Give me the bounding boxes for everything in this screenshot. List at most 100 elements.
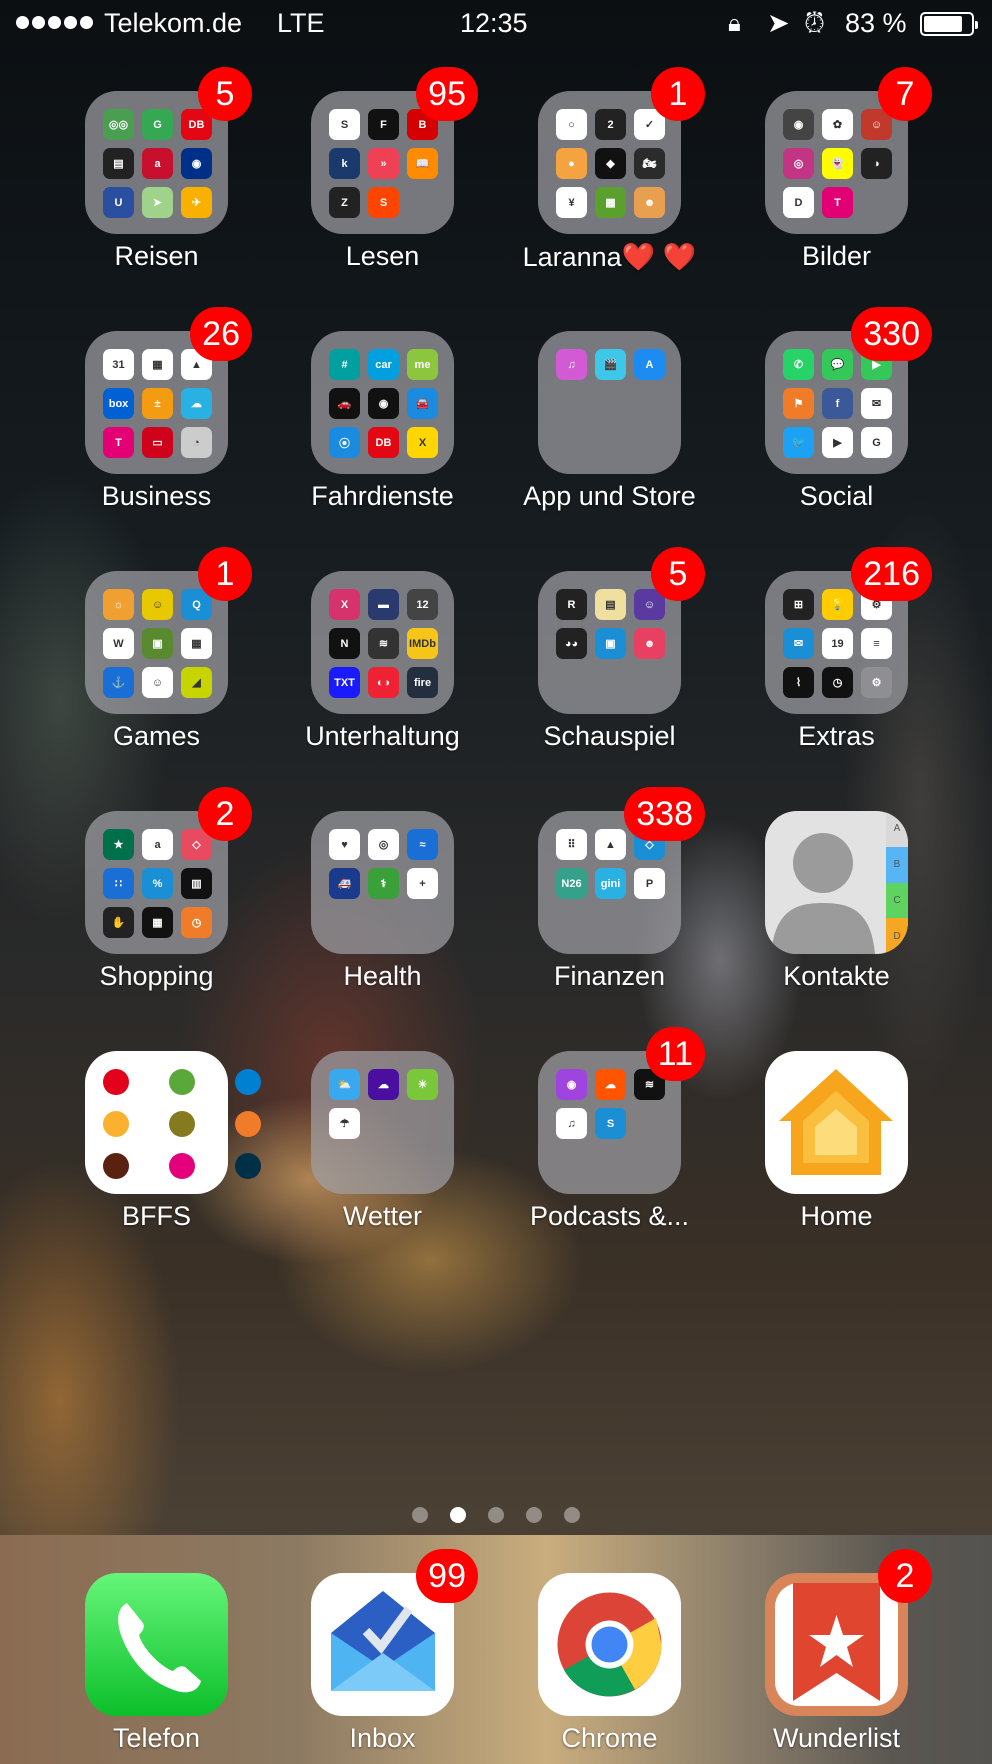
folder-podcasts[interactable]: ◉ ☁ ≋ ♫ S 11 Podcasts &... [530,1027,705,1231]
folder-icon[interactable]: X ▬ 12 N ≋ IMDb TXT ◐◑ fire [311,571,454,714]
folder-business[interactable]: 31 ▦ ▲ box ± ☁ T ▭ ◔ 26 Business [85,307,252,511]
youtube-icon: ▶ [822,427,853,458]
clock-icon: ◷ [822,667,853,698]
folder-bilder[interactable]: ◉ ✿ ☺ ◎ 👻 ◑ D T 7 Bilder [765,67,932,271]
contacts-icon[interactable]: ABCD [765,811,908,954]
home-icon[interactable] [765,1051,908,1194]
page-dot[interactable] [564,1507,580,1523]
color-dot [103,1069,129,1095]
folder-social[interactable]: ✆ 💬 ▶ ⚑ f ✉ 🐦 ▶ G 330 Social [765,307,932,511]
app-label: Laranna❤️ ❤️ [522,242,697,272]
app-label: Unterhaltung [305,721,460,751]
folder-icon[interactable]: # car me 🚗 ◉ 🚘 ⦿ DB X [311,331,454,474]
color-dot [103,1153,129,1179]
signal-strength-icon [16,16,93,29]
folder-laranna[interactable]: ○ 2 ✓ ● ◆ 🏍 ¥ ▦ ☻ 1 Laranna❤️ ❤️ [523,67,705,272]
app-2-icon: ▤ [595,589,626,620]
dock-app-wunderlist[interactable]: 2 Wunderlist [765,1549,932,1753]
clips-icon: 🎬 [595,349,626,380]
dock: Telefon 99 Inbox Chrome 2 Wunderlist [0,1535,992,1764]
notification-badge: 7 [878,67,932,121]
page-dot[interactable] [412,1507,428,1523]
folder-app-und-store[interactable]: ♫ 🎬 A App und Store [523,331,696,511]
app-4-icon: 🚑 [329,868,360,899]
phone-app-icon[interactable] [85,1573,228,1716]
app-kontakte[interactable]: A B C D Kontakte [765,811,908,991]
app-3-icon: 12 [407,589,438,620]
folder-preview-grid: ◉ ☁ ≋ ♫ S [556,1069,665,1139]
messages-icon: 💬 [822,349,853,380]
camera-icon: ◉ [783,109,814,140]
app-8-icon: T [822,187,853,218]
app-8-icon: ☺ [142,667,173,698]
folder-schauspiel[interactable]: R ▤ ☺ ◕◕ ▣ ☻ 5 Schauspiel [538,547,705,751]
page-indicator[interactable] [0,1507,992,1523]
app-label: Shopping [99,961,214,991]
app-1-icon: # [329,349,360,380]
app-7-icon: ⚓ [103,667,134,698]
app-6-icon: + [407,868,438,899]
app-8-icon: ▭ [142,427,173,458]
app-7-icon: ✋ [103,907,134,938]
itunes-store-icon: ♫ [556,349,587,380]
mobility-icon: me [407,349,438,380]
folder-preview-grid: ★ a ◇ ∷% ▥ ✋ ▦ ◷ [103,829,212,938]
folder-preview-grid: ○ 2 ✓ ● ◆ 🏍 ¥ ▦ ☻ [556,109,665,218]
folder-reisen[interactable]: ◎◎ G DB ▤ a ◉ U ➤ ✈ 5 Reisen [85,67,252,271]
page-dot[interactable] [450,1507,466,1523]
dock-app-telefon[interactable]: Telefon [85,1573,228,1753]
folder-preview-grid: ☼ ☺ Q W ▣ ▦ ⚓ ☺ ◢ [103,589,212,698]
dock-app-inbox[interactable]: 99 Inbox [311,1549,478,1753]
app-bffs[interactable]: BFFS [85,1051,261,1231]
wallet-icon: ▤ [103,148,134,179]
folder-icon[interactable]: ⛅ ☁ ☀ ☂ [311,1051,454,1194]
folder-finanzen[interactable]: ⠿ ▲ ◇ N26 gini P 338 Finanzen [538,787,705,991]
trello-icon: ▦ [142,349,173,380]
app-home[interactable]: Home [765,1051,908,1231]
index-tabs: ABCD [886,811,908,954]
cloud-icon: ☁ [181,388,212,419]
folder-lesen[interactable]: S F Bk» 📖 Z S 95 Lesen [311,67,478,271]
folder-unterhaltung[interactable]: X ▬ 12 N ≋ IMDb TXT ◐◑ fire Unterhaltung [305,571,460,751]
folder-preview-grid: # car me 🚗 ◉ 🚘 ⦿ DB X [329,349,438,458]
app-5-icon: % [142,868,173,899]
folder-icon[interactable]: ♥ ◎ ≈ 🚑 ⚕ + [311,811,454,954]
folder-games[interactable]: ☼ ☺ Q W ▣ ▦ ⚓ ☺ ◢ 1 Games [85,547,252,751]
app-label: Schauspiel [543,721,676,751]
page-dot[interactable] [488,1507,504,1523]
calculator-icon: ± [142,388,173,419]
notification-badge: 338 [624,787,705,841]
bffs-icon[interactable] [85,1051,261,1194]
whatsapp-icon: ✆ [783,349,814,380]
dock-app-chrome[interactable]: Chrome [538,1573,681,1753]
page-dot[interactable] [526,1507,542,1523]
txt-icon: TXT [329,667,360,698]
app-2-icon: ☺ [142,589,173,620]
mail-icon: ✉ [783,628,814,659]
folder-shopping[interactable]: ★ a ◇ ∷% ▥ ✋ ▦ ◷ 2 Shopping [85,787,252,991]
google-maps-icon: G [142,109,173,140]
location-arrow-icon: ➤ [767,8,790,38]
folder-wetter[interactable]: ⛅ ☁ ☀ ☂ Wetter [311,1051,454,1231]
calendar-icon: 19 [822,628,853,659]
folder-health[interactable]: ♥ ◎ ≈ 🚑 ⚕ + Health [311,811,454,991]
zeit-icon: Z [329,187,360,218]
folder-icon[interactable]: ♫ 🎬 A [538,331,681,474]
telekom-icon: T [103,427,134,458]
app-8-icon: ▦ [142,907,173,938]
tripadvisor-icon: ◎◎ [103,109,134,140]
s-news-icon: S [368,187,399,218]
app-label: Health [343,961,422,991]
folder-preview-grid: R ▤ ☺ ◕◕ ▣ ☻ [556,589,665,659]
folder-extras[interactable]: ⊞ 💡 ⚙ ✉ 19 ≡ ⌇ ◷ ⚙ 216 Extras [765,547,932,751]
calendar-icon: 31 [103,349,134,380]
opodo-icon: ◉ [181,148,212,179]
chrome-app-icon[interactable] [538,1573,681,1716]
ibooks-icon: 📖 [407,148,438,179]
color-dot [169,1111,195,1137]
index-tab: A [886,811,908,847]
folder-fahrdienste[interactable]: # car me 🚗 ◉ 🚘 ⦿ DB X Fahrdienste [311,331,454,511]
app-label: App und Store [523,481,696,511]
amazon-fire-tv-icon: fire [407,667,438,698]
folder-preview-grid: ♫ 🎬 A [556,349,665,380]
